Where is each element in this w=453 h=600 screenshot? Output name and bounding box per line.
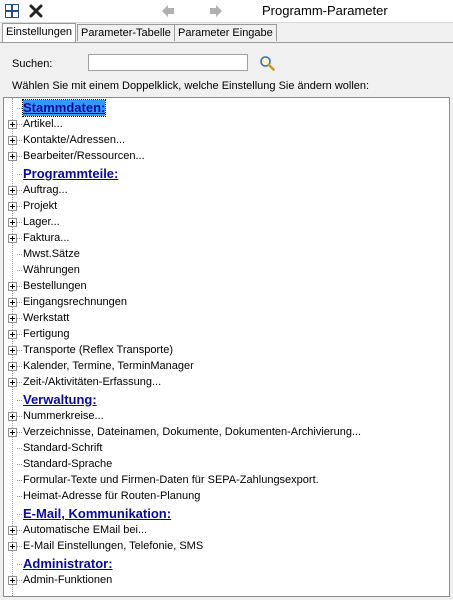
tab-parameter-eingabe[interactable]: Parameter Eingabe bbox=[174, 24, 277, 41]
forward-arrow-icon[interactable] bbox=[208, 3, 224, 19]
tree-connector bbox=[17, 464, 22, 465]
tree-item-label: Kalender, Termine, TerminManager bbox=[23, 360, 194, 372]
tree-item-label: Bearbeiter/Ressourcen... bbox=[23, 150, 145, 162]
grid-icon[interactable] bbox=[4, 3, 20, 19]
tree-connector bbox=[17, 270, 22, 271]
expand-plus-icon[interactable] bbox=[8, 282, 17, 291]
tree-item-label: Kontakte/Adressen... bbox=[23, 134, 126, 146]
tree-connector bbox=[17, 416, 22, 417]
expand-plus-icon[interactable] bbox=[8, 234, 17, 243]
tree-item-label: Standard-Sprache bbox=[23, 458, 113, 470]
tree-connector bbox=[17, 366, 22, 367]
expand-plus-icon[interactable] bbox=[8, 526, 17, 535]
tree-item-label: Transporte (Reflex Transporte) bbox=[23, 344, 173, 356]
tree-item-label: Nummerkreise... bbox=[23, 410, 104, 422]
tree-item-label: Werkstatt bbox=[23, 312, 70, 324]
tree-connector bbox=[17, 432, 22, 433]
tree-item-label: Lager... bbox=[23, 216, 60, 228]
tree-item-label: Admin-Funktionen bbox=[23, 574, 113, 586]
tree-connector bbox=[17, 174, 22, 175]
tree-item-label: Zeit-/Aktivitäten-Erfassung... bbox=[23, 376, 162, 388]
close-icon[interactable] bbox=[28, 3, 44, 19]
tree-connector bbox=[17, 254, 22, 255]
tree-item-label: Währungen bbox=[23, 264, 80, 276]
tree-item-label: Programmteile: bbox=[23, 166, 119, 181]
tree-connector bbox=[17, 400, 22, 401]
tree-connector bbox=[17, 140, 22, 141]
tree-item-label: Artikel... bbox=[23, 118, 63, 130]
search-label: Suchen: bbox=[12, 58, 53, 70]
tab-parameter-tabelle[interactable]: Parameter-Tabelle bbox=[77, 24, 175, 41]
tab-einstellungen[interactable]: Einstellungen bbox=[2, 23, 77, 42]
tree-item-label: Verzeichnisse, Dateinamen, Dokumente, Do… bbox=[23, 426, 362, 438]
tree-item-label: Verwaltung: bbox=[23, 392, 97, 407]
tab-bar: Einstellungen Parameter-Tabelle Paramete… bbox=[0, 23, 453, 42]
instruction-text: Wählen Sie mit einem Doppelklick, welche… bbox=[12, 80, 370, 92]
expand-plus-icon[interactable] bbox=[8, 186, 17, 195]
tree-item-label: Heimat-Adresse für Routen-Planung bbox=[23, 490, 201, 502]
tree-connector bbox=[17, 190, 22, 191]
title-bar: Programm-Parameter bbox=[0, 0, 453, 23]
search-input[interactable] bbox=[88, 54, 248, 71]
tree-item-label: E-Mail, Kommunikation: bbox=[23, 506, 172, 521]
tree-item-label: Formular-Texte und Firmen-Daten für SEPA… bbox=[23, 474, 319, 486]
tab-divider bbox=[0, 42, 453, 43]
search-icon[interactable] bbox=[259, 55, 275, 71]
tree-item-label: Automatische EMail bei... bbox=[23, 524, 148, 536]
expand-plus-icon[interactable] bbox=[8, 314, 17, 323]
expand-plus-icon[interactable] bbox=[8, 202, 17, 211]
tree-connector bbox=[17, 302, 22, 303]
tree-item-label: Projekt bbox=[23, 200, 58, 212]
tree-item-label: Standard-Schrift bbox=[23, 442, 103, 454]
tree-connector bbox=[17, 514, 22, 515]
tree-item-label: Administrator: bbox=[23, 556, 113, 571]
tree-connector bbox=[17, 108, 22, 109]
settings-tree[interactable]: Stammdaten: Artikel... Kontakte/Adressen..… bbox=[3, 97, 450, 597]
expand-plus-icon[interactable] bbox=[8, 542, 17, 551]
tree-item-label: E-Mail Einstellungen, Telefonie, SMS bbox=[23, 540, 204, 552]
back-arrow-icon[interactable] bbox=[160, 3, 176, 19]
tree-item-label: Auftrag... bbox=[23, 184, 68, 196]
expand-plus-icon[interactable] bbox=[8, 120, 17, 129]
tree-connector bbox=[17, 448, 22, 449]
tree-item-label: Faktura... bbox=[23, 232, 70, 244]
tree-connector bbox=[17, 206, 22, 207]
tree-connector bbox=[17, 580, 22, 581]
expand-plus-icon[interactable] bbox=[8, 428, 17, 437]
tree-connector bbox=[17, 238, 22, 239]
tree-item-label: Fertigung bbox=[23, 328, 70, 340]
expand-plus-icon[interactable] bbox=[8, 576, 17, 585]
tree-connector bbox=[17, 318, 22, 319]
tree-connector bbox=[17, 496, 22, 497]
tree-connector bbox=[17, 124, 22, 125]
tree-connector bbox=[17, 564, 22, 565]
tree-connector bbox=[17, 546, 22, 547]
expand-plus-icon[interactable] bbox=[8, 362, 17, 371]
expand-plus-icon[interactable] bbox=[8, 378, 17, 387]
tree-item-label: Bestellungen bbox=[23, 280, 87, 292]
expand-plus-icon[interactable] bbox=[8, 152, 17, 161]
tree-connector bbox=[17, 530, 22, 531]
tree-item-label: Mwst.Sätze bbox=[23, 248, 80, 260]
tree-connector bbox=[17, 350, 22, 351]
tree-connector bbox=[17, 334, 22, 335]
window-title: Programm-Parameter bbox=[262, 3, 388, 18]
expand-plus-icon[interactable] bbox=[8, 218, 17, 227]
expand-plus-icon[interactable] bbox=[8, 346, 17, 355]
tree-item-label: Eingangsrechnungen bbox=[23, 296, 127, 308]
expand-plus-icon[interactable] bbox=[8, 330, 17, 339]
expand-plus-icon[interactable] bbox=[8, 136, 17, 145]
tree-connector bbox=[17, 222, 22, 223]
tree-connector bbox=[17, 156, 22, 157]
tree-item-label: Stammdaten: bbox=[21, 99, 107, 117]
tree-connector bbox=[17, 286, 22, 287]
tree-connector bbox=[17, 382, 22, 383]
expand-plus-icon[interactable] bbox=[8, 412, 17, 421]
tree-connector bbox=[17, 480, 22, 481]
expand-plus-icon[interactable] bbox=[8, 298, 17, 307]
